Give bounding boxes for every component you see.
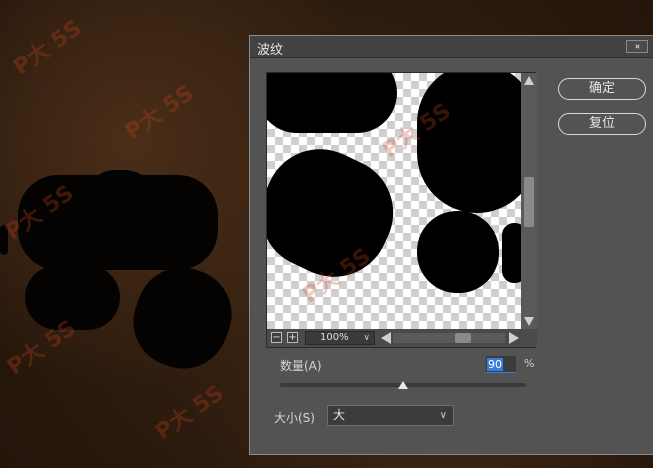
size-select[interactable]: 大 ∨ — [327, 405, 454, 426]
scrollbar-thumb[interactable] — [455, 333, 471, 343]
canvas-shape — [0, 225, 8, 255]
zoom-out-button[interactable]: − — [271, 332, 282, 343]
close-icon[interactable] — [626, 40, 648, 53]
zoom-in-button[interactable]: + — [287, 332, 298, 343]
amount-label: 数量(A) — [280, 359, 322, 373]
zoom-value: 100% — [320, 332, 349, 343]
canvas-shape — [120, 254, 245, 382]
preview-shape — [417, 211, 499, 293]
scrollbar-track[interactable] — [393, 333, 505, 343]
preview-shape — [502, 223, 521, 283]
zoom-select[interactable]: 100% ∨ — [305, 331, 375, 345]
ok-button[interactable]: 确定 — [558, 78, 646, 100]
preview-shape — [267, 131, 412, 295]
watermark: P大 5S — [121, 80, 199, 146]
preview-shape — [417, 73, 521, 213]
preview-shape — [267, 73, 397, 133]
dialog-title: 波纹 — [257, 43, 284, 58]
scrollbar-thumb[interactable] — [524, 177, 534, 227]
scroll-left-icon[interactable] — [381, 332, 391, 344]
preview-image[interactable]: P大 5S P大 5S — [267, 73, 521, 329]
canvas-shape — [25, 265, 120, 330]
preview-panel: P大 5S P大 5S − + 100% ∨ — [266, 72, 537, 348]
preview-vertical-scrollbar[interactable] — [521, 73, 537, 329]
canvas-shape — [85, 170, 155, 230]
scroll-up-icon[interactable] — [524, 76, 534, 85]
dialog-titlebar[interactable]: 波纹 — [250, 36, 653, 58]
chevron-down-icon: ∨ — [363, 333, 370, 343]
ripple-dialog: 波纹 P大 5S P大 5S − + 100% ∨ 确定 复位 数量(A) 90… — [249, 35, 653, 455]
amount-value: 90 — [487, 358, 503, 371]
slider-handle[interactable] — [398, 381, 408, 389]
amount-input[interactable]: 90 — [486, 356, 516, 373]
scroll-right-icon[interactable] — [509, 332, 519, 344]
amount-slider[interactable] — [280, 381, 526, 393]
size-value: 大 — [333, 408, 346, 422]
chevron-down-icon: ∨ — [439, 410, 447, 421]
scroll-down-icon[interactable] — [524, 317, 534, 326]
preview-horizontal-scrollbar[interactable] — [379, 329, 521, 347]
watermark: P大 5S — [151, 380, 229, 446]
preview-toolbar: − + 100% ∨ — [267, 329, 537, 347]
watermark: P大 5S — [9, 15, 87, 81]
size-label: 大小(S) — [274, 411, 315, 425]
amount-unit: % — [524, 357, 535, 370]
reset-button[interactable]: 复位 — [558, 113, 646, 135]
